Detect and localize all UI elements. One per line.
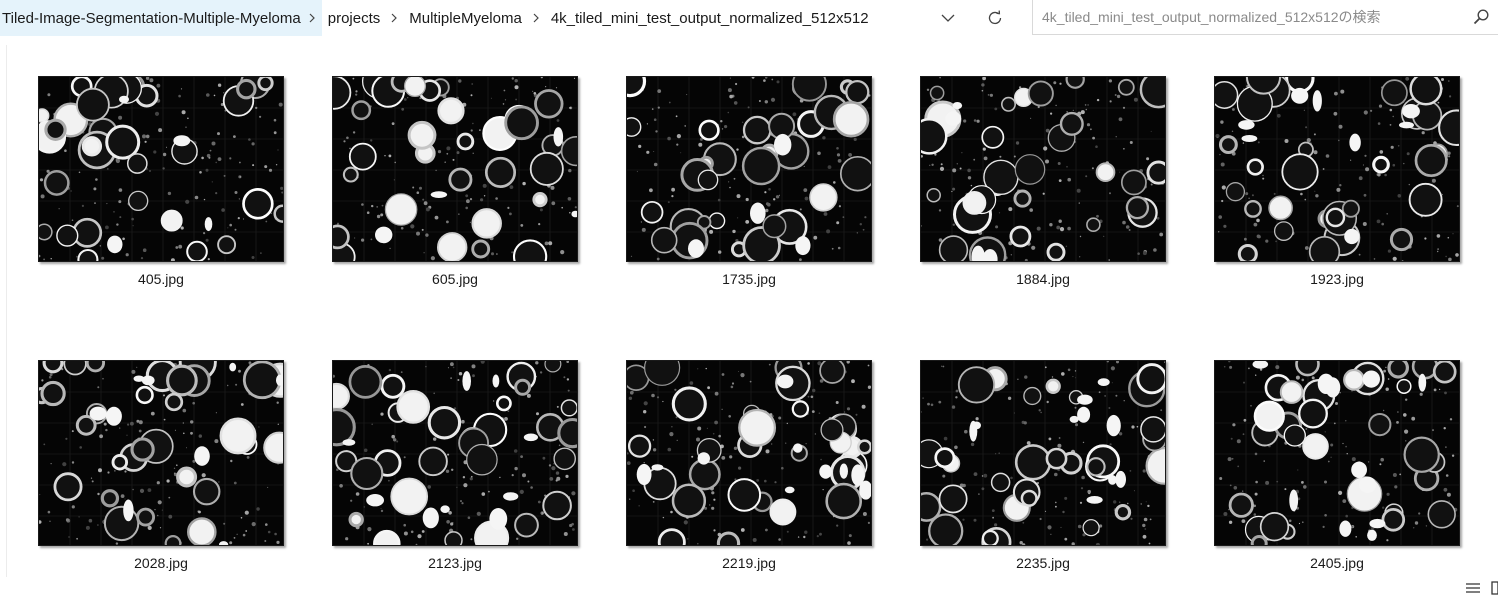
thumbnail-image	[921, 77, 1165, 261]
breadcrumb-item-multiplemyeloma[interactable]: MultipleMyeloma	[409, 10, 522, 27]
thumbnail-image	[1215, 77, 1459, 261]
address-history-dropdown-button[interactable]	[934, 4, 962, 32]
chevron-right-icon[interactable]	[301, 13, 316, 23]
thumbnail-image	[921, 361, 1165, 545]
file-item[interactable]: 1923.jpg	[1214, 76, 1460, 287]
navigation-pane-edge	[0, 45, 7, 585]
chevron-right-icon[interactable]	[522, 13, 551, 23]
file-item[interactable]: 2235.jpg	[920, 360, 1166, 571]
refresh-icon	[988, 10, 1002, 25]
file-name-label: 1884.jpg	[1016, 271, 1070, 287]
file-item[interactable]: 1884.jpg	[920, 76, 1166, 287]
file-item[interactable]: 1735.jpg	[626, 76, 872, 287]
search-box[interactable]	[1032, 0, 1498, 35]
file-name-label: 2219.jpg	[722, 555, 776, 571]
file-item[interactable]: 2219.jpg	[626, 360, 872, 571]
thumbnail-image	[627, 361, 871, 545]
breadcrumb-first-segment[interactable]: Tiled-Image-Segmentation-Multiple-Myelom…	[0, 0, 322, 36]
image-thumbnail[interactable]	[1214, 76, 1460, 262]
refresh-button[interactable]	[981, 4, 1009, 32]
image-thumbnail[interactable]	[626, 360, 872, 546]
file-item[interactable]: 2405.jpg	[1214, 360, 1460, 571]
thumbnail-image	[333, 77, 577, 261]
image-thumbnail[interactable]	[38, 76, 284, 262]
breadcrumb-item-projects[interactable]: projects	[328, 10, 381, 27]
thumbnail-image	[39, 77, 283, 261]
image-thumbnail[interactable]	[626, 76, 872, 262]
image-thumbnail[interactable]	[332, 360, 578, 546]
file-item[interactable]: 2028.jpg	[38, 360, 284, 571]
file-name-label: 2235.jpg	[1016, 555, 1070, 571]
image-thumbnail[interactable]	[920, 360, 1166, 546]
image-thumbnail[interactable]	[332, 76, 578, 262]
image-thumbnail[interactable]	[920, 76, 1166, 262]
file-item[interactable]: 405.jpg	[38, 76, 284, 287]
large-icons-view-icon[interactable]	[1490, 580, 1498, 596]
file-name-label: 1923.jpg	[1310, 271, 1364, 287]
file-name-label: 2405.jpg	[1310, 555, 1364, 571]
file-name-label: 605.jpg	[432, 271, 478, 287]
file-item[interactable]: 2123.jpg	[332, 360, 578, 571]
breadcrumb-item-root[interactable]: Tiled-Image-Segmentation-Multiple-Myelom…	[2, 10, 301, 27]
image-thumbnail[interactable]	[38, 360, 284, 546]
address-bar[interactable]: Tiled-Image-Segmentation-Multiple-Myelom…	[0, 0, 1021, 36]
thumbnail-image	[333, 361, 577, 545]
file-name-label: 2123.jpg	[428, 555, 482, 571]
chevron-down-icon	[941, 14, 955, 22]
thumbnail-image	[1215, 361, 1459, 545]
address-toolbar: Tiled-Image-Segmentation-Multiple-Myelom…	[0, 0, 1498, 38]
file-item[interactable]: 605.jpg	[332, 76, 578, 287]
file-name-label: 2028.jpg	[134, 555, 188, 571]
file-name-label: 1735.jpg	[722, 271, 776, 287]
status-bar	[0, 577, 1498, 597]
details-view-icon[interactable]	[1465, 580, 1481, 596]
thumbnail-image	[39, 361, 283, 545]
file-view: 405.jpg 605.jpg 1735.jpg 1884.jpg 1923.jpg 20…	[0, 37, 1498, 585]
search-input[interactable]	[1033, 8, 1464, 26]
thumbnail-image	[627, 77, 871, 261]
file-name-label: 405.jpg	[138, 271, 184, 287]
search-icon[interactable]	[1472, 8, 1490, 26]
breadcrumb-item-current-folder[interactable]: 4k_tiled_mini_test_output_normalized_512…	[551, 10, 869, 27]
chevron-right-icon[interactable]	[380, 13, 409, 23]
image-thumbnail[interactable]	[1214, 360, 1460, 546]
